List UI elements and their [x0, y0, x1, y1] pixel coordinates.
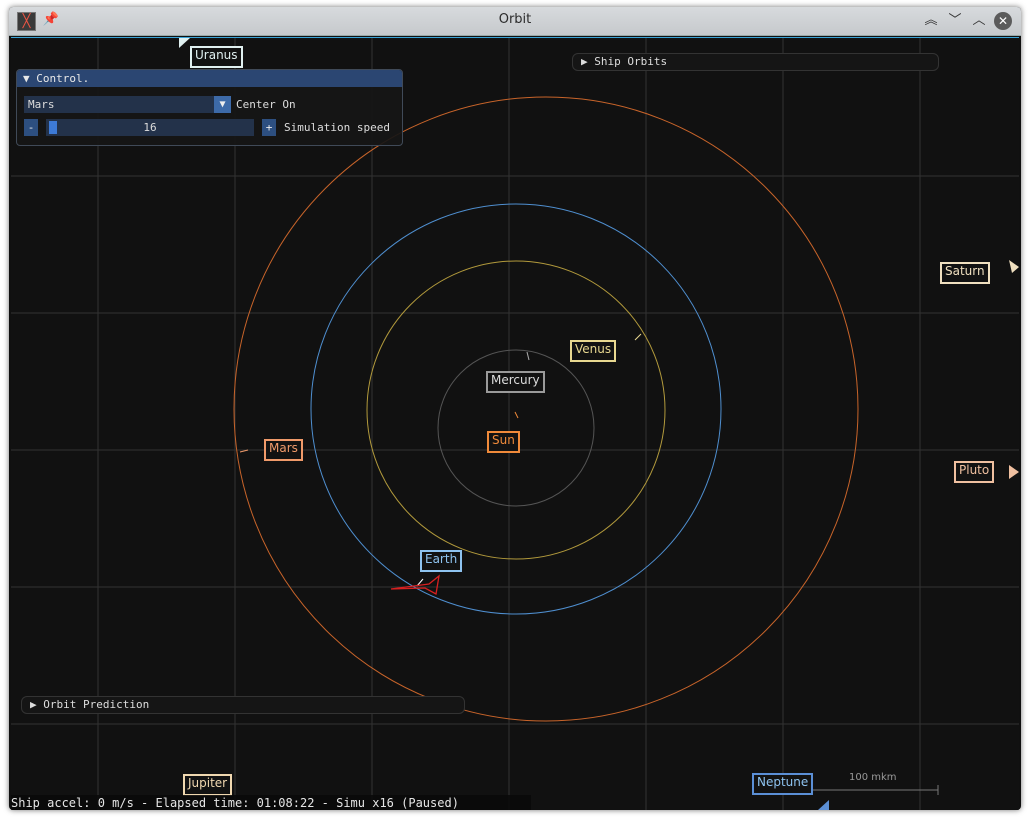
- mars-label[interactable]: Mars: [264, 439, 303, 461]
- venus-marker: [634, 333, 642, 341]
- expand-triangle-icon[interactable]: ▶: [30, 698, 37, 711]
- minimize-icon[interactable]: ﹀: [946, 12, 964, 30]
- slider-grab-handle[interactable]: [49, 121, 57, 134]
- maximize-icon[interactable]: ︿: [970, 12, 988, 30]
- venus-label[interactable]: Venus: [570, 340, 617, 362]
- orbit-prediction-header[interactable]: ▶ Orbit Prediction: [21, 696, 465, 714]
- mars-orbit: [233, 96, 859, 722]
- jupiter-label[interactable]: Jupiter: [183, 774, 233, 796]
- neptune-offscreen-indicator: [818, 800, 829, 810]
- venus-orbit: [366, 260, 666, 560]
- simulation-canvas[interactable]: 100 mkm ▼ Control. Mars ▼ Center On - 16…: [11, 37, 1019, 810]
- dropdown-arrow-icon[interactable]: ▼: [214, 96, 231, 113]
- saturn-label[interactable]: Saturn: [940, 262, 990, 284]
- control-panel: ▼ Control. Mars ▼ Center On - 16 + Simul…: [16, 69, 403, 146]
- status-bar: Ship accel: 0 m/s - Elapsed time: 01:08:…: [11, 795, 531, 810]
- simulation-speed-slider[interactable]: 16: [46, 119, 254, 136]
- orbit-prediction-label: Orbit Prediction: [43, 698, 150, 711]
- keep-above-icon[interactable]: ︽: [922, 12, 940, 30]
- speed-decrease-button[interactable]: -: [24, 119, 38, 136]
- grid: [11, 38, 1019, 810]
- neptune-label[interactable]: Neptune: [752, 773, 814, 795]
- ship-orbits-label: Ship Orbits: [594, 55, 668, 68]
- sun-label[interactable]: Sun: [487, 431, 520, 453]
- center-on-label: Center On: [236, 98, 296, 111]
- ship-orbits-header[interactable]: ▶ Ship Orbits: [572, 53, 939, 71]
- speed-increase-button[interactable]: +: [262, 119, 276, 136]
- earth-label[interactable]: Earth: [420, 550, 463, 572]
- uranus-offscreen-indicator: [179, 38, 190, 48]
- pluto-label[interactable]: Pluto: [954, 461, 995, 483]
- scale-label: 100 mkm: [849, 772, 897, 783]
- collapse-triangle-icon[interactable]: ▼: [23, 72, 30, 85]
- ship-icon[interactable]: [390, 574, 440, 596]
- simulation-speed-value: 16: [143, 121, 157, 134]
- window-title: Orbit: [498, 12, 532, 27]
- mercury-marker: [526, 351, 530, 361]
- control-panel-title: Control.: [36, 72, 90, 85]
- mercury-label[interactable]: Mercury: [486, 371, 545, 393]
- uranus-label[interactable]: Uranus: [190, 46, 243, 68]
- pluto-offscreen-indicator: [1009, 465, 1019, 479]
- saturn-offscreen-indicator: [1009, 260, 1019, 273]
- simulation-speed-label: Simulation speed: [284, 121, 390, 134]
- solar-system-view: [11, 38, 1019, 810]
- orbit-window: ╳ 📌 Orbit ︽ ﹀ ︿ ✕ 100 mkm ▼ Control. Mar…: [9, 7, 1021, 810]
- control-panel-header[interactable]: ▼ Control.: [17, 70, 402, 87]
- center-on-select[interactable]: Mars ▼: [24, 96, 231, 113]
- center-on-value: Mars: [28, 98, 55, 111]
- expand-triangle-icon[interactable]: ▶: [581, 55, 588, 68]
- title-bar[interactable]: ╳ 📌 Orbit ︽ ﹀ ︿ ✕: [9, 7, 1021, 36]
- sun-marker: [514, 411, 519, 419]
- close-icon[interactable]: ✕: [994, 12, 1012, 30]
